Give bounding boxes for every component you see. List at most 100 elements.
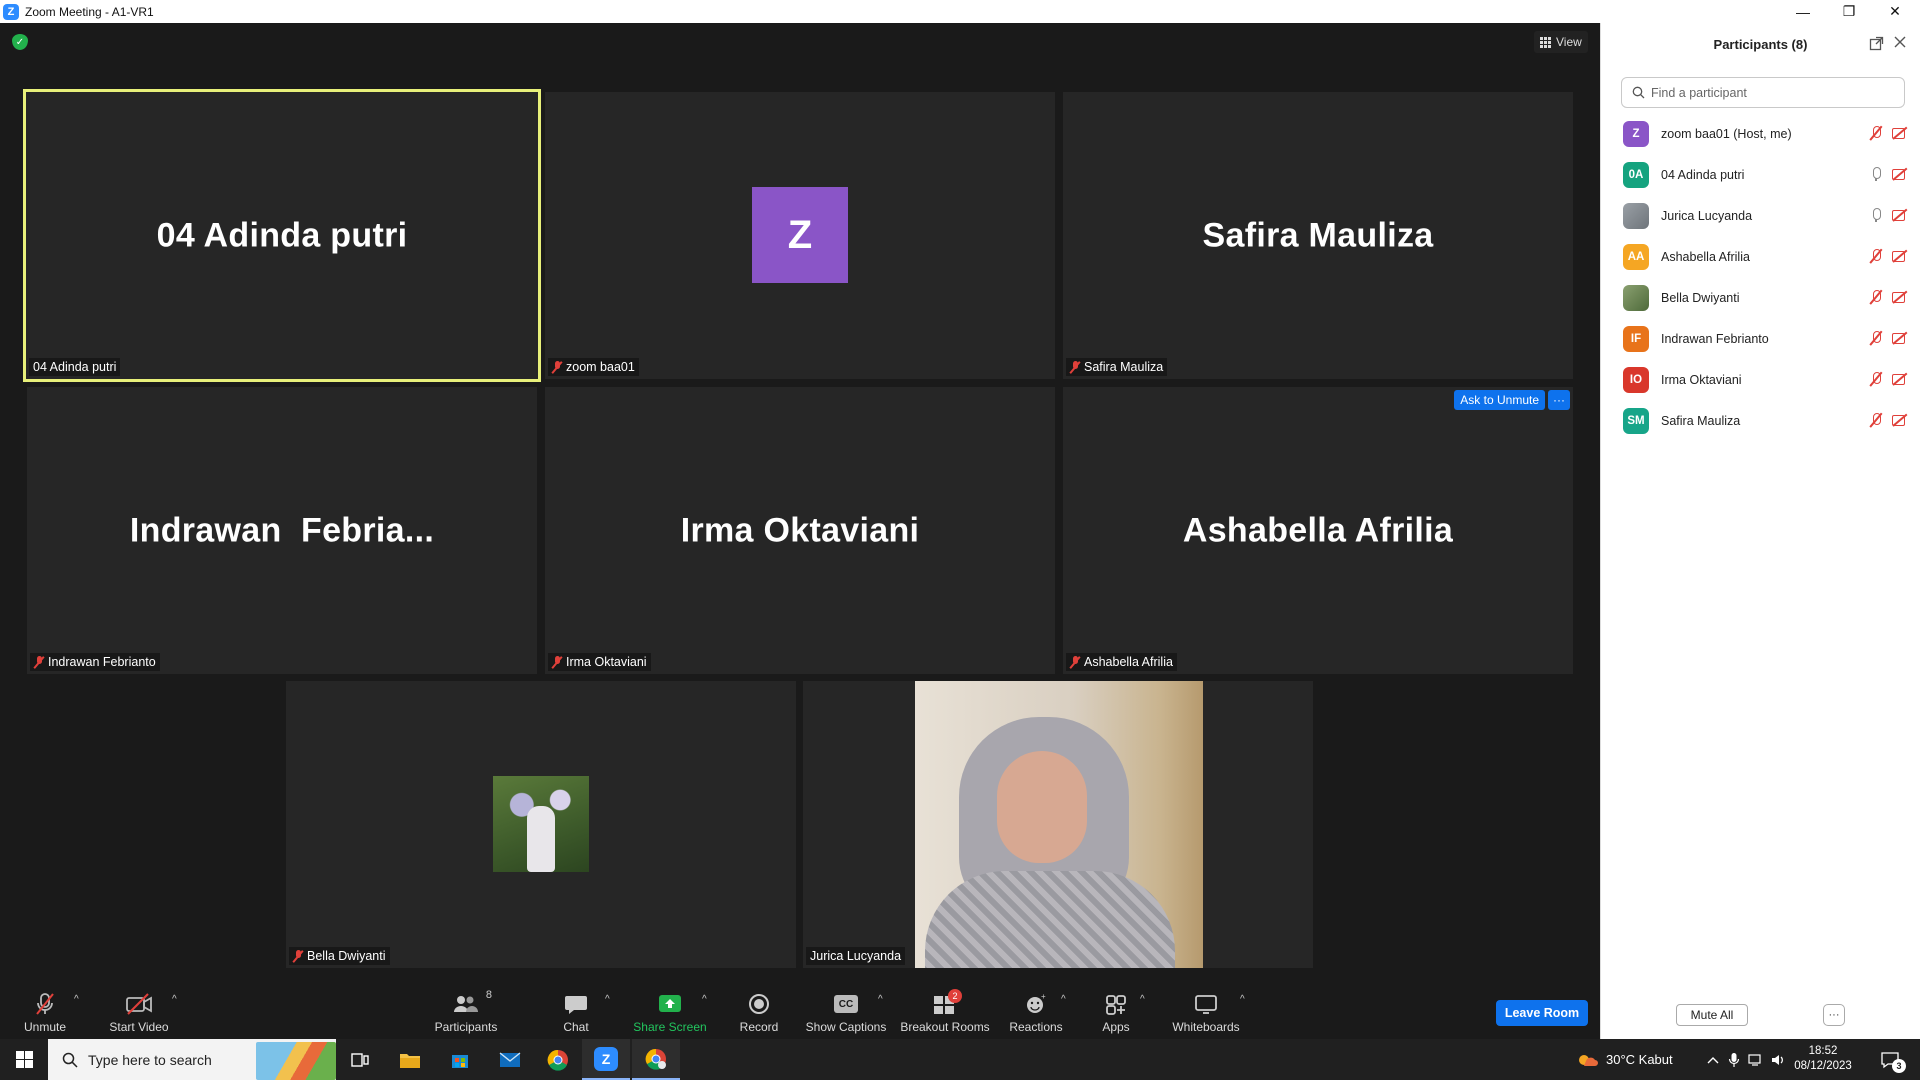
record-icon <box>749 994 769 1014</box>
restore-button[interactable]: ❐ <box>1826 0 1872 23</box>
mail-icon[interactable] <box>486 1039 534 1080</box>
windows-taskbar: Type here to search Z 30°C Kabut 18:52 0… <box>0 1039 1920 1080</box>
participant-search-input[interactable] <box>1651 85 1891 100</box>
participant-row[interactable]: Bella Dwiyanti <box>1601 277 1920 318</box>
participant-name: Safira Mauliza <box>1661 413 1741 428</box>
video-tile[interactable]: 04 Adinda putri 04 Adinda putri <box>23 89 541 382</box>
windows-start-icon[interactable] <box>16 1051 33 1068</box>
captions-options-caret[interactable]: ^ <box>878 994 883 1005</box>
tray-overflow-icon[interactable] <box>1706 1039 1720 1080</box>
muted-mic-icon <box>293 949 303 963</box>
zoom-taskbar-icon[interactable]: Z <box>582 1039 630 1080</box>
participant-row[interactable]: AA Ashabella Afrilia <box>1601 236 1920 277</box>
chat-options-caret[interactable]: ^ <box>605 994 610 1005</box>
chat-icon <box>565 996 587 1014</box>
video-tile[interactable]: Bella Dwiyanti <box>286 681 796 968</box>
apps-options-caret[interactable]: ^ <box>1140 994 1145 1005</box>
whiteboards-button[interactable]: Whiteboards <box>1168 980 1244 1039</box>
muted-mic-icon <box>1869 248 1883 264</box>
notification-count: 3 <box>1892 1059 1906 1073</box>
view-button[interactable]: View <box>1534 31 1588 53</box>
minimize-button[interactable]: — <box>1780 0 1826 23</box>
unmute-button[interactable]: Unmute <box>14 980 76 1039</box>
microphone-tray-icon[interactable] <box>1728 1039 1740 1080</box>
record-button[interactable]: Record <box>735 980 783 1039</box>
participant-row[interactable]: 0A 04 Adinda putri <box>1601 154 1920 195</box>
tile-name-label: 04 Adinda putri <box>29 358 121 376</box>
close-window-button[interactable]: ✕ <box>1872 0 1918 23</box>
window-title: Zoom Meeting - A1-VR1 <box>25 4 154 19</box>
file-explorer-icon[interactable] <box>386 1039 434 1080</box>
svg-text:+: + <box>1041 992 1046 1001</box>
tile-more-button[interactable]: ··· <box>1548 390 1570 410</box>
video-off-icon <box>1891 290 1909 304</box>
participants-icon <box>454 996 478 1012</box>
search-icon <box>62 1052 78 1068</box>
tile-name-label: Jurica Lucyanda <box>806 947 906 965</box>
start-video-button[interactable]: Start Video <box>102 980 176 1039</box>
avatar: IF <box>1623 325 1649 352</box>
reactions-options-caret[interactable]: ^ <box>1061 994 1066 1005</box>
search-icon <box>1632 86 1645 99</box>
chrome-profile-icon[interactable] <box>632 1039 680 1080</box>
tile-display-name: Safira Mauliza <box>1202 216 1434 254</box>
captions-icon: CC <box>834 995 858 1013</box>
taskbar-search[interactable]: Type here to search <box>48 1039 336 1080</box>
encryption-shield-icon[interactable]: ✓ <box>12 34 28 50</box>
microsoft-store-icon[interactable] <box>436 1039 484 1080</box>
participant-row[interactable]: SM Safira Mauliza <box>1601 400 1920 441</box>
video-tile[interactable]: Z zoom baa01 <box>545 92 1055 379</box>
taskbar-clock[interactable]: 18:52 08/12/2023 <box>1788 1044 1858 1074</box>
apps-icon <box>1106 995 1126 1015</box>
leave-room-button[interactable]: Leave Room <box>1496 1000 1588 1026</box>
reactions-button[interactable]: + Reactions <box>1008 980 1064 1039</box>
participants-button[interactable]: 8 Participants <box>430 980 502 1039</box>
whiteboards-options-caret[interactable]: ^ <box>1240 994 1245 1005</box>
tile-name-label: Indrawan Febrianto <box>30 653 160 671</box>
tile-display-name: 04 Adinda putri <box>156 216 408 254</box>
close-panel-icon[interactable] <box>1893 35 1908 50</box>
video-tile[interactable]: Jurica Lucyanda <box>803 681 1313 968</box>
share-options-caret[interactable]: ^ <box>702 994 707 1005</box>
video-tile[interactable]: Ashabella Afrilia Ask to Unmute ··· Asha… <box>1063 387 1573 674</box>
participant-row[interactable]: Z zoom baa01 (Host, me) <box>1601 113 1920 154</box>
clock-date: 08/12/2023 <box>1794 1060 1852 1072</box>
share-screen-button[interactable]: Share Screen <box>630 980 710 1039</box>
panel-more-button[interactable]: ··· <box>1823 1004 1845 1026</box>
mic-icon <box>1869 166 1883 182</box>
participant-row[interactable]: Jurica Lucyanda <box>1601 195 1920 236</box>
mic-icon <box>1869 207 1883 223</box>
avatar: SM <box>1623 407 1649 434</box>
participant-name: Jurica Lucyanda <box>1661 208 1753 223</box>
breakout-rooms-button[interactable]: 2 Breakout Rooms <box>898 980 992 1039</box>
muted-mic-icon <box>36 993 54 1015</box>
participant-row[interactable]: IF Indrawan Febrianto <box>1601 318 1920 359</box>
video-off-icon <box>1891 331 1909 345</box>
audio-options-caret[interactable]: ^ <box>74 994 79 1005</box>
video-tile[interactable]: Safira Mauliza Safira Mauliza <box>1063 92 1573 379</box>
participant-row[interactable]: IO Irma Oktaviani <box>1601 359 1920 400</box>
notifications-icon[interactable]: 3 <box>1880 1039 1906 1080</box>
chat-button[interactable]: Chat <box>556 980 596 1039</box>
muted-mic-icon <box>1869 330 1883 346</box>
avatar: Z <box>1623 120 1649 147</box>
weather-widget[interactable]: 30°C Kabut <box>1576 1039 1673 1080</box>
avatar: Z <box>752 187 848 283</box>
tile-display-name: Irma Oktaviani <box>680 511 920 549</box>
network-icon[interactable] <box>1748 1039 1764 1080</box>
volume-icon[interactable] <box>1770 1039 1786 1080</box>
participant-search[interactable] <box>1621 77 1905 108</box>
video-tile[interactable]: Irma Oktaviani Irma Oktaviani <box>545 387 1055 674</box>
video-options-caret[interactable]: ^ <box>172 994 177 1005</box>
ask-to-unmute-button[interactable]: Ask to Unmute <box>1454 390 1545 410</box>
tile-name-label: Safira Mauliza <box>1066 358 1168 376</box>
mute-all-button[interactable]: Mute All <box>1676 1004 1748 1026</box>
participant-name: 04 Adinda putri <box>1661 167 1745 182</box>
apps-button[interactable]: Apps <box>1098 980 1134 1039</box>
popout-icon[interactable] <box>1869 36 1884 51</box>
task-view-icon[interactable] <box>336 1039 384 1080</box>
show-captions-button[interactable]: CC Show Captions <box>804 980 888 1039</box>
chrome-icon[interactable] <box>534 1039 582 1080</box>
video-tile[interactable]: Indrawan Febria... Indrawan Febrianto <box>27 387 537 674</box>
participant-name: zoom baa01 (Host, me) <box>1661 126 1792 141</box>
